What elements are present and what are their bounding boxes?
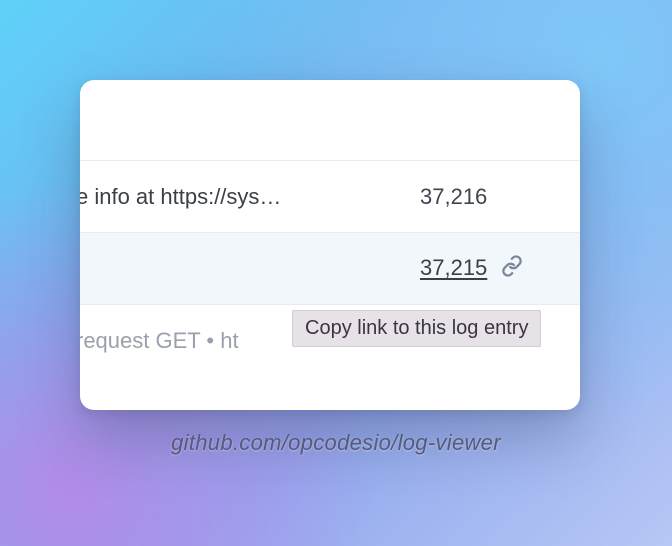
- link-icon[interactable]: [501, 255, 523, 283]
- source-caption: github.com/opcodesio/log-viewer: [0, 430, 672, 456]
- pagination-row: 1,641: [80, 376, 580, 410]
- copy-link-tooltip: Copy link to this log entry: [292, 310, 541, 347]
- log-index-link[interactable]: 37,215: [420, 255, 487, 280]
- log-row-active[interactable]: 37,215: [80, 232, 580, 304]
- card-header-space: [80, 80, 580, 160]
- log-message: e info at https://sys…: [80, 184, 394, 210]
- arrow-right-icon[interactable]: [262, 408, 292, 410]
- log-index: 37,215: [394, 255, 580, 283]
- log-index-value: 37,216: [420, 184, 487, 209]
- log-row[interactable]: e info at https://sys… 37,216: [80, 160, 580, 232]
- log-index: 37,216: [394, 184, 580, 210]
- log-viewer-card: e info at https://sys… 37,216 37,215 req…: [80, 80, 580, 410]
